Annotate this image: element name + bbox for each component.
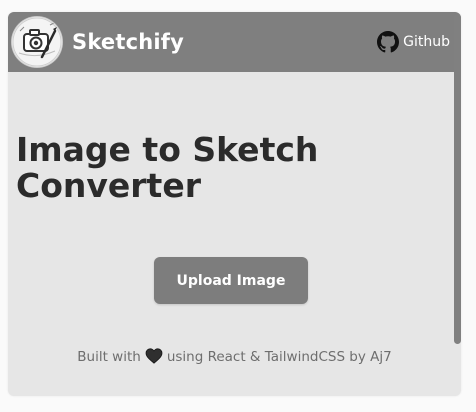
page-title: Image to Sketch Converter: [16, 130, 319, 205]
app-card: Sketchify Github Image to Sketch Convert…: [8, 12, 461, 396]
github-icon: [377, 31, 400, 53]
logo-icon[interactable]: [12, 17, 62, 67]
github-link[interactable]: Github: [377, 31, 450, 53]
header-bar: Sketchify Github: [8, 12, 461, 72]
github-label: Github: [403, 34, 450, 50]
footer-text-after: using React & TailwindCSS by Aj7: [166, 349, 392, 365]
footer-credits: Built with using React & TailwindCSS by A…: [8, 346, 461, 368]
brand-name[interactable]: Sketchify: [72, 29, 184, 55]
heart-icon: [145, 348, 163, 364]
footer-text-before: Built with: [77, 349, 141, 365]
upload-image-button[interactable]: Upload Image: [154, 257, 308, 304]
scrollbar-thumb[interactable]: [454, 14, 461, 344]
